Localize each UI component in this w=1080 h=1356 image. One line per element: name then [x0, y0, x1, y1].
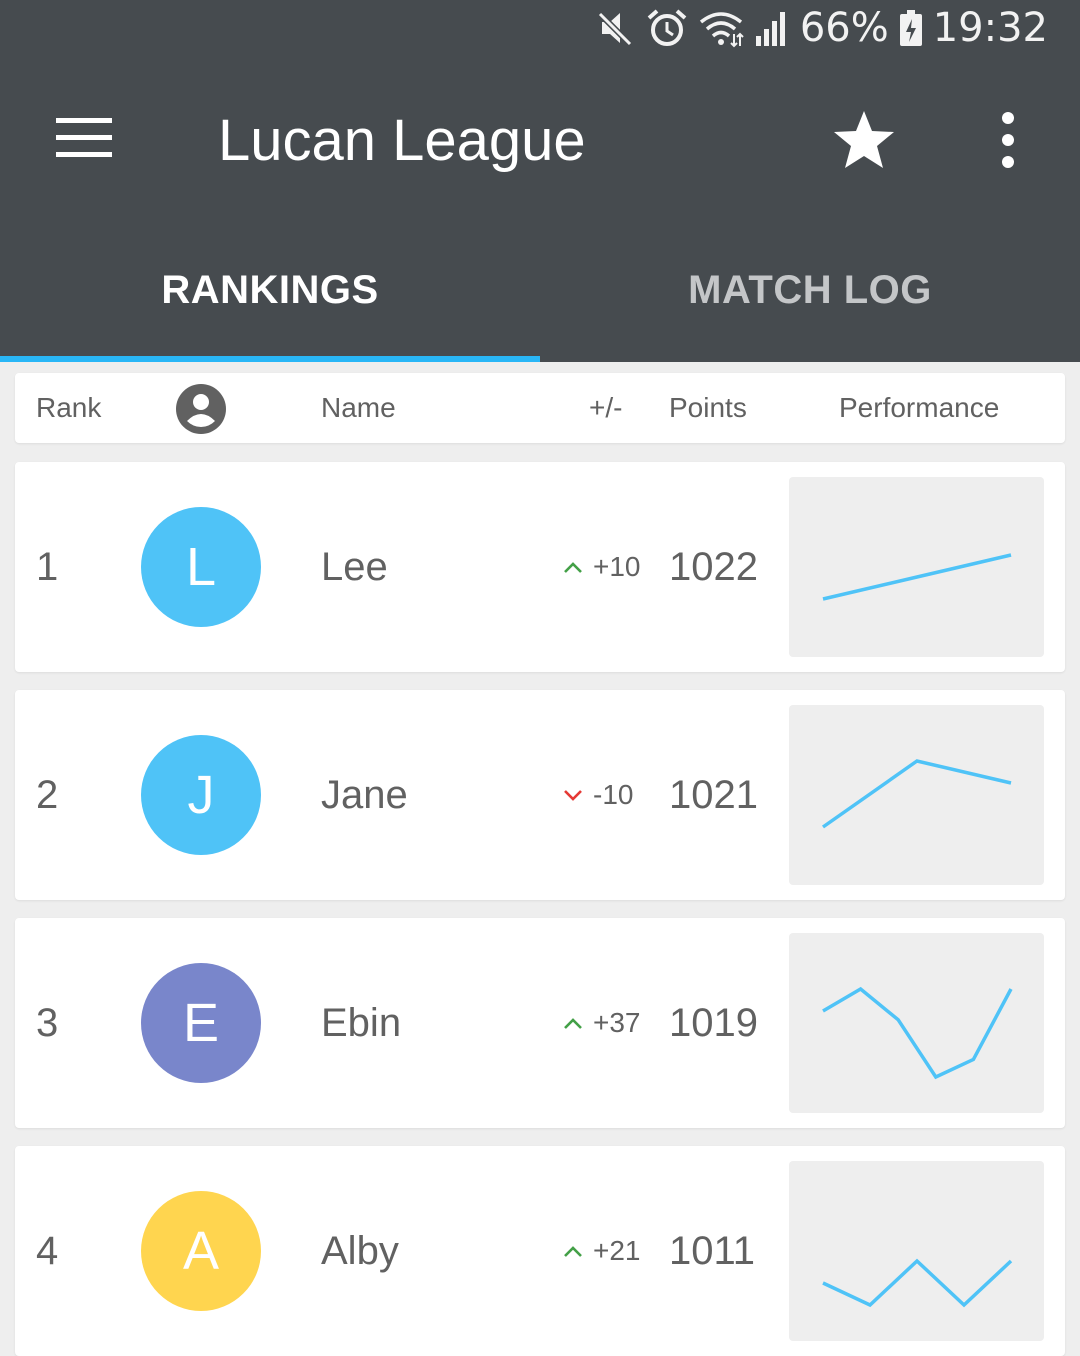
points-value: 1022 — [669, 545, 758, 589]
player-name: Ebin — [321, 1001, 402, 1045]
chevron-down-icon — [564, 790, 582, 801]
player-name: Lee — [321, 545, 388, 589]
rating-change: +21 — [563, 1234, 641, 1268]
performance-sparkline — [789, 477, 1044, 657]
chevron-up-icon — [564, 1246, 582, 1257]
header-points: Points — [669, 392, 747, 423]
star-icon[interactable] — [830, 108, 898, 172]
table-row[interactable]: 3 E Ebin +37 1019 — [15, 918, 1065, 1128]
rank-number: 1 — [36, 545, 59, 589]
sparkline-line — [822, 553, 1012, 601]
performance-sparkline — [789, 933, 1044, 1113]
points-value: 1011 — [669, 1229, 756, 1273]
avatar-initial: A — [182, 1221, 220, 1281]
rank-number: 2 — [36, 773, 59, 817]
tab-rankings[interactable]: RANKINGS — [0, 240, 540, 340]
header-change: +/- — [589, 392, 623, 423]
rating-change: -10 — [563, 778, 633, 812]
avatar[interactable]: L — [141, 507, 261, 627]
sparkline-line — [822, 1258, 1013, 1308]
header-performance: Performance — [839, 392, 1000, 423]
battery-percentage: 66% — [799, 5, 889, 51]
more-vert-icon[interactable] — [988, 110, 1028, 170]
rating-change: +10 — [563, 550, 641, 584]
status-bar: 66% 19:32 — [0, 0, 1080, 56]
menu-icon[interactable] — [52, 114, 116, 164]
clock: 19:32 — [932, 5, 1048, 51]
sparkline-line — [821, 759, 1012, 829]
rank-number: 3 — [36, 1001, 59, 1045]
sparkline-chart — [822, 1258, 1013, 1308]
tab-bar: RANKINGS MATCH LOG — [0, 240, 1080, 362]
account-circle-icon — [176, 384, 226, 434]
header-rank: Rank — [36, 392, 102, 423]
sparkline-line — [822, 986, 1013, 1080]
table-row[interactable]: 2 J Jane -10 1021 — [15, 690, 1065, 900]
avatar[interactable]: A — [141, 1191, 261, 1311]
performance-sparkline — [789, 705, 1044, 885]
table-row[interactable]: 1 L Lee +10 1022 — [15, 462, 1065, 672]
sparkline-chart — [821, 759, 1012, 829]
page-title: Lucan League — [218, 108, 586, 173]
avatar[interactable]: J — [141, 735, 261, 855]
change-value: +10 — [593, 551, 641, 582]
points-value: 1019 — [669, 1001, 758, 1045]
sparkline-chart — [822, 986, 1013, 1080]
chevron-up-icon — [564, 562, 582, 573]
tab-match-log[interactable]: MATCH LOG — [540, 240, 1080, 340]
points-value: 1021 — [669, 773, 758, 817]
alarm-icon — [647, 9, 687, 46]
sparkline-chart — [822, 553, 1012, 601]
toolbar: Lucan League — [0, 80, 1080, 200]
avatar-initial: L — [185, 537, 217, 597]
performance-sparkline — [789, 1161, 1044, 1341]
wifi-icon — [699, 12, 744, 48]
tab-indicator — [0, 356, 540, 362]
avatar-initial: J — [187, 765, 215, 825]
chevron-up-icon — [564, 1018, 582, 1029]
avatar-initial: E — [182, 993, 220, 1053]
change-value: -10 — [593, 779, 634, 810]
table-row[interactable]: 4 A Alby +21 1011 — [15, 1146, 1065, 1356]
header-name: Name — [321, 392, 396, 423]
table-header: Rank Name +/- Points Performance — [15, 373, 1065, 443]
avatar[interactable]: E — [141, 963, 261, 1083]
rating-change: +37 — [563, 1006, 641, 1040]
app-bar: 66% 19:32 Lucan League RANKINGS MATCH LO… — [0, 0, 1080, 362]
mute-icon — [597, 11, 632, 47]
change-value: +37 — [593, 1007, 641, 1038]
signal-icon — [755, 12, 785, 46]
player-name: Jane — [321, 773, 408, 817]
battery-charging-icon — [899, 10, 922, 46]
change-value: +21 — [593, 1235, 641, 1266]
status-icons: 66% 19:32 — [596, 4, 1048, 52]
rank-number: 4 — [36, 1229, 59, 1273]
player-name: Alby — [321, 1229, 399, 1273]
